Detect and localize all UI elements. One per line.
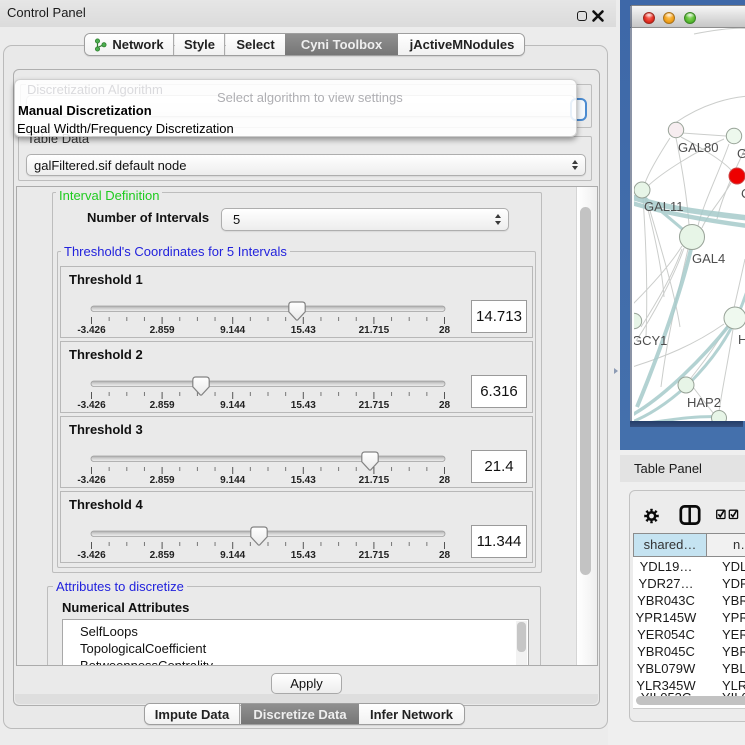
- svg-text:15.43: 15.43: [291, 475, 316, 486]
- svg-text:2.859: 2.859: [150, 475, 175, 486]
- svg-text:GAL80: GAL80: [678, 140, 718, 155]
- svg-text:21.715: 21.715: [359, 400, 390, 411]
- svg-text:28: 28: [439, 400, 451, 411]
- svg-text:9.144: 9.144: [220, 400, 245, 411]
- svg-text:9.144: 9.144: [220, 550, 245, 561]
- svg-text:GA: GA: [737, 146, 745, 161]
- svg-text:C: C: [741, 186, 745, 201]
- svg-text:-3.426: -3.426: [77, 325, 106, 336]
- svg-text:21.715: 21.715: [359, 550, 390, 561]
- svg-text:H: H: [738, 332, 745, 347]
- svg-text:2.859: 2.859: [150, 550, 175, 561]
- svg-text:21.715: 21.715: [359, 475, 390, 486]
- svg-text:15.43: 15.43: [291, 400, 316, 411]
- svg-text:-3.426: -3.426: [77, 400, 106, 411]
- svg-text:15.43: 15.43: [291, 550, 316, 561]
- svg-text:28: 28: [439, 550, 451, 561]
- svg-text:GCY1: GCY1: [634, 333, 667, 348]
- svg-text:-3.426: -3.426: [77, 550, 106, 561]
- svg-text:2.859: 2.859: [150, 400, 175, 411]
- svg-text:9.144: 9.144: [220, 325, 245, 336]
- svg-text:GAL4: GAL4: [692, 251, 725, 266]
- svg-text:GAL11: GAL11: [644, 199, 684, 214]
- svg-text:HAP2: HAP2: [687, 395, 721, 410]
- svg-text:28: 28: [439, 325, 451, 336]
- svg-text:-3.426: -3.426: [77, 475, 106, 486]
- svg-text:28: 28: [439, 475, 451, 486]
- svg-text:9.144: 9.144: [220, 475, 245, 486]
- svg-text:21.715: 21.715: [359, 325, 390, 336]
- svg-text:15.43: 15.43: [291, 325, 316, 336]
- svg-text:2.859: 2.859: [150, 325, 175, 336]
